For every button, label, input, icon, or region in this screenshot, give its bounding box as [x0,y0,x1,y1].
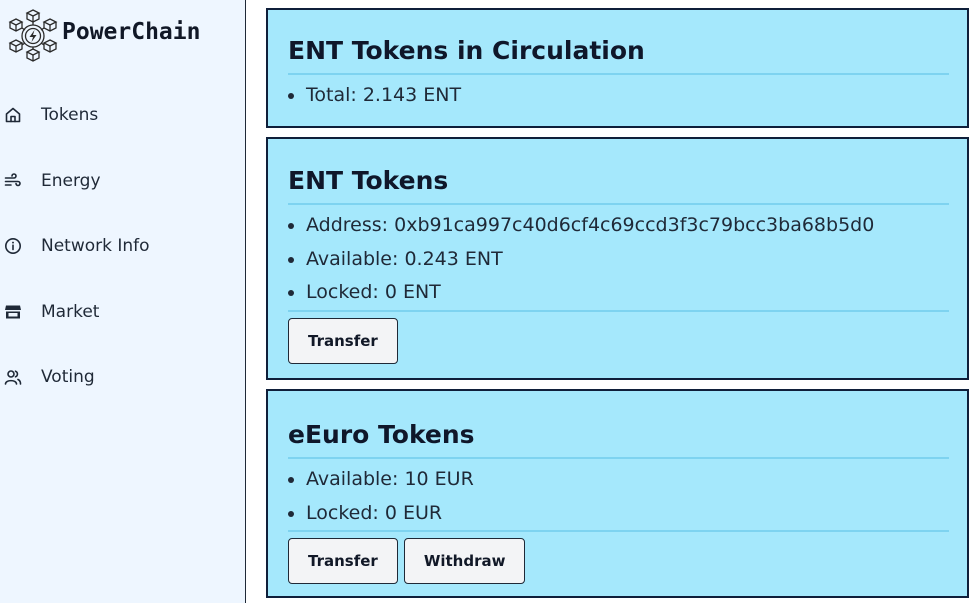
users-icon [4,370,22,385]
info-icon [5,238,21,254]
eeuro-actions: Transfer Withdraw [288,538,949,584]
circulation-list: Total: 2.143 ENT [288,79,949,113]
list-item: Available: 10 EUR [306,463,949,497]
ent-tokens-list: Address: 0xb91ca997c40d6cf4c69ccd3f3c79b… [288,209,949,310]
powerchain-logo-icon [8,9,58,62]
home-icon [5,107,21,123]
sidebar-item-label: Network Info [41,236,150,256]
sidebar-item-energy[interactable]: Energy [4,171,101,191]
sidebar: PowerChain Tokens Energy Network Info Ma… [0,0,246,603]
sidebar-item-voting[interactable]: Voting [4,367,95,387]
ent-actions: Transfer [288,317,949,364]
store-icon [5,305,21,319]
sidebar-item-label: Tokens [41,105,99,125]
divider [288,73,949,75]
ent-transfer-button[interactable]: Transfer [288,317,398,364]
list-item: Locked: 0 ENT [306,276,949,310]
sidebar-item-label: Voting [41,367,95,387]
divider [288,309,949,312]
card-title: ENT Tokens in Circulation [288,36,645,65]
wind-icon [4,173,21,187]
circulation-card: ENT Tokens in Circulation Total: 2.143 E… [266,8,969,128]
sidebar-item-market[interactable]: Market [4,302,99,322]
divider [288,530,949,532]
eeuro-transfer-button[interactable]: Transfer [288,538,398,584]
card-title: eEuro Tokens [288,420,475,449]
list-item: Total: 2.143 ENT [306,79,949,113]
sidebar-item-network-info[interactable]: Network Info [4,236,150,256]
brand-name: PowerChain [62,19,201,45]
divider [288,203,949,205]
list-item: Available: 0.243 ENT [306,243,949,277]
divider [288,457,949,459]
sidebar-item-tokens[interactable]: Tokens [4,105,98,125]
ent-tokens-card: ENT Tokens Address: 0xb91ca997c40d6cf4c6… [266,137,969,380]
eeuro-tokens-card: eEuro Tokens Available: 10 EUR Locked: 0… [266,389,969,598]
sidebar-item-label: Energy [41,171,101,191]
list-item: Address: 0xb91ca997c40d6cf4c69ccd3f3c79b… [306,209,949,243]
eeuro-tokens-list: Available: 10 EUR Locked: 0 EUR [288,463,949,530]
sidebar-item-label: Market [41,302,100,322]
card-title: ENT Tokens [288,166,449,195]
brand[interactable]: PowerChain [6,6,200,64]
eeuro-withdraw-button[interactable]: Withdraw [403,538,526,584]
list-item: Locked: 0 EUR [306,497,949,531]
